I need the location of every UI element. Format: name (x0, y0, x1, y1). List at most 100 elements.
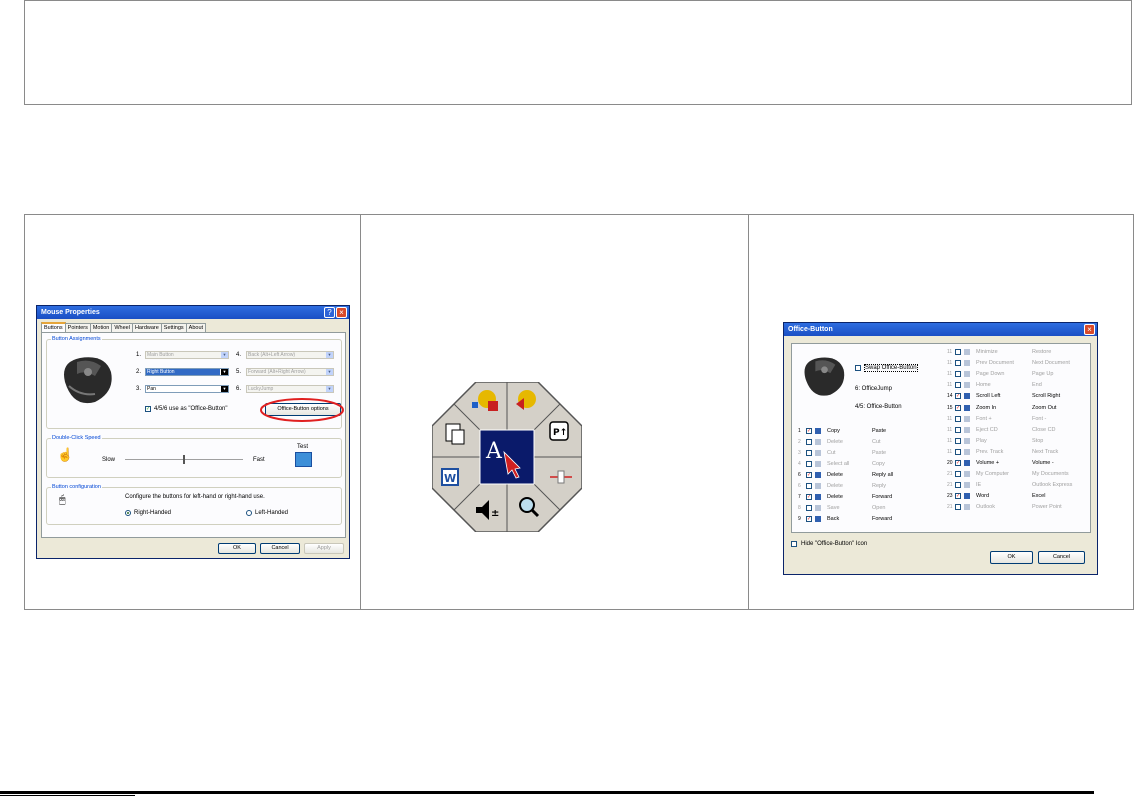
item-checkbox[interactable]: ✓ (806, 494, 812, 500)
item-checkbox[interactable] (955, 349, 961, 355)
chevron-down-icon: ▼ (326, 386, 333, 392)
action-name: Delete (827, 494, 843, 500)
test-area-icon[interactable] (295, 452, 312, 467)
item-checkbox[interactable] (955, 360, 961, 367)
mouse-icon: 🖱 (59, 494, 66, 506)
item-checkbox[interactable] (955, 448, 961, 455)
action-name: Zoom In (976, 404, 997, 411)
item-checkbox[interactable]: ✓ (955, 393, 961, 400)
item-checkbox[interactable] (806, 483, 812, 489)
item-checkbox[interactable] (955, 371, 961, 378)
item-checkbox[interactable]: ✓ (806, 472, 812, 478)
action-icon (964, 504, 970, 511)
action-name: Eject CD (976, 426, 998, 433)
action-target: Paste (872, 428, 887, 434)
button-configuration-group: Button configuration 🖱 Configure the but… (46, 484, 342, 525)
close-button[interactable]: × (336, 307, 347, 318)
button-1-select[interactable]: Main Button ▼ (145, 351, 229, 359)
action-icon (964, 426, 970, 433)
action-icon (964, 404, 970, 411)
font-select-center-icon[interactable]: A (479, 429, 535, 485)
action-target: Scroll Right (1032, 393, 1061, 400)
office-button-checkbox[interactable]: ✓ (145, 406, 151, 412)
item-number: 9 (798, 516, 801, 522)
hide-icon-checkbox[interactable] (791, 541, 797, 547)
svg-text:P↑: P↑ (553, 428, 567, 438)
item-checkbox[interactable] (806, 461, 812, 467)
action-target: Reply (872, 483, 887, 489)
page-up-icon[interactable]: P↑ (549, 421, 569, 441)
action-name: Volume + (976, 460, 1000, 466)
item-checkbox[interactable]: ✓ (955, 493, 961, 500)
item-number: 4 (798, 461, 801, 467)
action-name: Cut (827, 450, 836, 456)
ok-button[interactable]: OK (990, 551, 1033, 564)
button-2-select[interactable]: Right Button ▼ (145, 368, 229, 376)
item-checkbox[interactable] (955, 426, 961, 433)
button-6-select[interactable]: LuckyJump ▼ (246, 385, 334, 393)
item-checkbox[interactable] (955, 382, 961, 389)
item-number: 11 (947, 360, 953, 367)
button-assignments-group: Button Assignments 1. Main Button ▼ 4. Ba… (46, 336, 344, 429)
item-checkbox[interactable] (806, 505, 812, 511)
group-label: Button configuration (51, 484, 102, 490)
office-button-check-label: 4/5/6 use as "Office-Button" (154, 406, 228, 412)
item-number: 11 (947, 426, 953, 433)
office-jump-label: 6: OfficeJump (855, 386, 892, 392)
swap-office-button-checkbox[interactable] (855, 365, 861, 371)
item-number: 23 (947, 493, 953, 500)
action-target: Forward (872, 494, 893, 500)
action-name: IE (976, 482, 982, 489)
mouse-properties-window: Mouse Properties ? × Buttons Pointers Moti… (36, 305, 350, 559)
item-number: 20 (947, 460, 953, 466)
button-5-select[interactable]: Forward (Alt+Right Arrow) ▼ (246, 368, 334, 376)
item-checkbox[interactable] (806, 439, 812, 445)
action-icon (815, 439, 821, 445)
left-handed-radio[interactable] (246, 510, 252, 516)
item-checkbox[interactable] (955, 437, 961, 444)
button-6-value: LuckyJump (248, 386, 274, 392)
item-number: 11 (947, 371, 953, 378)
action-name: Delete (827, 472, 843, 478)
item-number: 6 (798, 472, 801, 478)
close-button[interactable]: × (1084, 324, 1095, 335)
action-icon (964, 471, 970, 478)
item-checkbox[interactable]: ✓ (955, 404, 961, 411)
tab-strip: Buttons Pointers Motion Wheel Hardware Settin… (41, 322, 207, 333)
item-checkbox[interactable]: ✓ (806, 428, 812, 434)
hide-icon-label: Hide "Office-Button" Icon (801, 541, 868, 547)
chevron-down-icon: ▼ (221, 369, 228, 375)
action-name: Word (976, 493, 990, 500)
item-checkbox[interactable] (955, 482, 961, 489)
item-number: 6 (798, 483, 801, 489)
action-target: Zoom Out (1032, 404, 1057, 411)
speed-slider-thumb[interactable] (183, 455, 185, 464)
item-number: 21 (947, 504, 953, 511)
apply-button[interactable]: Apply (304, 543, 344, 554)
button-3-select[interactable]: Pan ▼ (145, 385, 229, 393)
svg-text:A: A (485, 439, 503, 464)
config-description: Configure the buttons for left-hand or r… (125, 494, 265, 500)
item-checkbox[interactable] (955, 471, 961, 478)
item-checkbox[interactable] (955, 504, 961, 511)
left-handed-label: Left-Handed (255, 510, 289, 516)
item-checkbox[interactable]: ✓ (806, 516, 812, 522)
item-checkbox[interactable] (806, 450, 812, 456)
cancel-button[interactable]: Cancel (1038, 551, 1085, 564)
button-4-select[interactable]: Back (Alt+Left Arrow) ▼ (246, 351, 334, 359)
help-button[interactable]: ? (324, 307, 335, 318)
ok-button[interactable]: OK (218, 543, 256, 554)
action-name: Delete (827, 483, 843, 489)
action-icon (964, 371, 970, 378)
action-target: End (1032, 382, 1042, 389)
item-checkbox[interactable] (955, 415, 961, 422)
action-target: Close CD (1032, 426, 1056, 433)
action-icon (815, 494, 821, 500)
item-checkbox[interactable]: ✓ (955, 460, 961, 466)
action-target: Cut (872, 439, 881, 445)
chevron-down-icon: ▼ (221, 386, 228, 392)
cancel-button[interactable]: Cancel (260, 543, 300, 554)
right-handed-radio[interactable] (125, 510, 131, 516)
word-icon[interactable]: W (441, 468, 459, 486)
action-name: Home (976, 382, 991, 389)
